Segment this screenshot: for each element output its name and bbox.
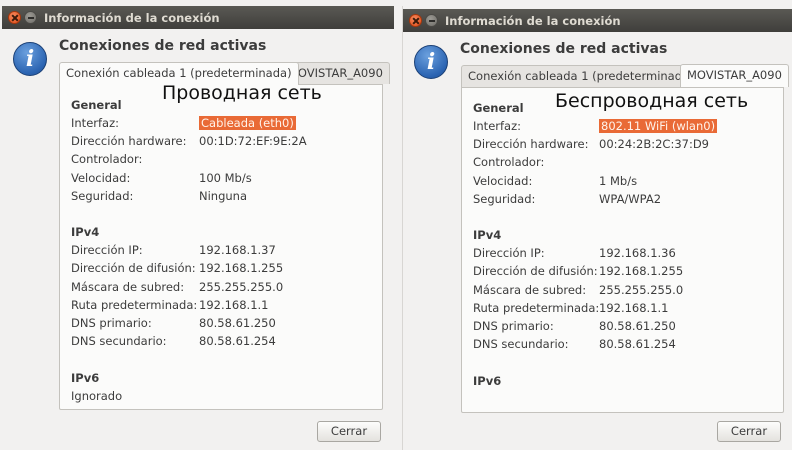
label-netmask: Máscara de subred: <box>473 283 587 297</box>
connection-details-panel: General Interfaz: Cableada (eth0) Direcc… <box>59 84 383 410</box>
section-ipv4: IPv4 <box>71 225 100 239</box>
label-hw-address: Dirección hardware: <box>473 137 589 151</box>
value-dns1: 80.58.61.250 <box>599 319 676 333</box>
label-dns2: DNS secundario: <box>473 337 569 351</box>
info-icon: i <box>13 42 47 76</box>
value-dns2: 80.58.61.254 <box>599 337 676 351</box>
label-driver: Controlador: <box>71 152 143 166</box>
label-dns1: DNS primario: <box>71 316 152 330</box>
titlebar: Información de la conexión <box>2 6 394 29</box>
label-dns1: DNS primario: <box>473 319 554 333</box>
dialog-heading: Conexiones de red activas <box>59 38 267 54</box>
screenshot: Información de la conexión i Conexiones … <box>0 0 792 450</box>
minimize-window-icon[interactable] <box>425 14 438 27</box>
value-hw-address: 00:1D:72:EF:9E:2A <box>199 134 307 148</box>
close-button[interactable]: Cerrar <box>717 421 781 442</box>
connection-info-dialog-wireless: Información de la conexión i Conexiones … <box>402 6 792 450</box>
window-title: Información de la conexión <box>44 11 220 25</box>
label-security: Seguridad: <box>473 192 536 206</box>
close-button[interactable]: Cerrar <box>317 421 381 442</box>
value-interface-selected: Cableada (eth0) <box>199 116 296 130</box>
value-security: Ninguna <box>199 189 248 203</box>
value-interface-selected: 802.11 WiFi (wlan0) <box>599 119 718 133</box>
label-interface: Interfaz: <box>71 116 119 130</box>
value-dns2: 80.58.61.254 <box>199 334 276 348</box>
label-dns2: DNS secundario: <box>71 334 167 348</box>
value-ipv6: Ignorado <box>71 389 123 403</box>
caption-wired: Проводная сеть <box>162 82 322 104</box>
label-broadcast: Dirección de difusión: <box>71 261 196 275</box>
label-ip: Dirección IP: <box>71 243 143 257</box>
window-title: Información de la conexión <box>445 14 621 28</box>
tab-movistar-wifi[interactable]: MOVISTAR_A090 <box>680 64 789 87</box>
value-broadcast: 192.168.1.255 <box>599 264 684 278</box>
label-route: Ruta predeterminada: <box>71 298 198 312</box>
label-driver: Controlador: <box>473 155 545 169</box>
label-route: Ruta predeterminada: <box>473 301 600 315</box>
dialog-heading: Conexiones de red activas <box>460 41 668 57</box>
value-netmask: 255.255.255.0 <box>199 280 284 294</box>
value-ip: 192.168.1.36 <box>599 246 676 260</box>
connection-details-panel: General Interfaz: 802.11 WiFi (wlan0) Di… <box>461 87 784 413</box>
value-speed: 1 Mb/s <box>599 174 638 188</box>
value-security: WPA/WPA2 <box>599 192 662 206</box>
value-route: 192.168.1.1 <box>599 301 669 315</box>
tab-wired-connection[interactable]: Conexión cableada 1 (predeterminada) <box>59 62 299 85</box>
tab-wired-connection[interactable]: Conexión cableada 1 (predeterminada) <box>461 65 701 87</box>
titlebar: Información de la conexión <box>403 9 792 32</box>
label-broadcast: Dirección de difusión: <box>473 264 598 278</box>
value-hw-address: 00:24:2B:2C:37:D9 <box>599 137 709 151</box>
connection-info-dialog-wired: Información de la conexión i Conexiones … <box>2 6 394 450</box>
label-interface: Interfaz: <box>473 119 521 133</box>
value-dns1: 80.58.61.250 <box>199 316 276 330</box>
value-broadcast: 192.168.1.255 <box>199 261 284 275</box>
value-interface: 802.11 WiFi (wlan0) <box>599 119 718 133</box>
label-speed: Velocidad: <box>71 171 131 185</box>
close-window-icon[interactable] <box>409 14 422 27</box>
value-speed: 100 Mb/s <box>199 171 252 185</box>
section-ipv4: IPv4 <box>473 228 502 242</box>
label-speed: Velocidad: <box>473 174 533 188</box>
label-security: Seguridad: <box>71 189 134 203</box>
info-icon: i <box>414 45 448 79</box>
label-hw-address: Dirección hardware: <box>71 134 187 148</box>
value-interface: Cableada (eth0) <box>199 116 296 130</box>
minimize-window-icon[interactable] <box>24 11 37 24</box>
value-route: 192.168.1.1 <box>199 298 269 312</box>
section-ipv6: IPv6 <box>473 374 502 388</box>
value-ip: 192.168.1.37 <box>199 243 276 257</box>
value-netmask: 255.255.255.0 <box>599 283 684 297</box>
section-general: General <box>71 98 122 112</box>
label-ip: Dirección IP: <box>473 246 545 260</box>
label-netmask: Máscara de subred: <box>71 280 185 294</box>
close-window-icon[interactable] <box>8 11 21 24</box>
section-general: General <box>473 101 524 115</box>
section-ipv6: IPv6 <box>71 371 100 385</box>
caption-wireless: Беспроводная сеть <box>555 90 749 112</box>
